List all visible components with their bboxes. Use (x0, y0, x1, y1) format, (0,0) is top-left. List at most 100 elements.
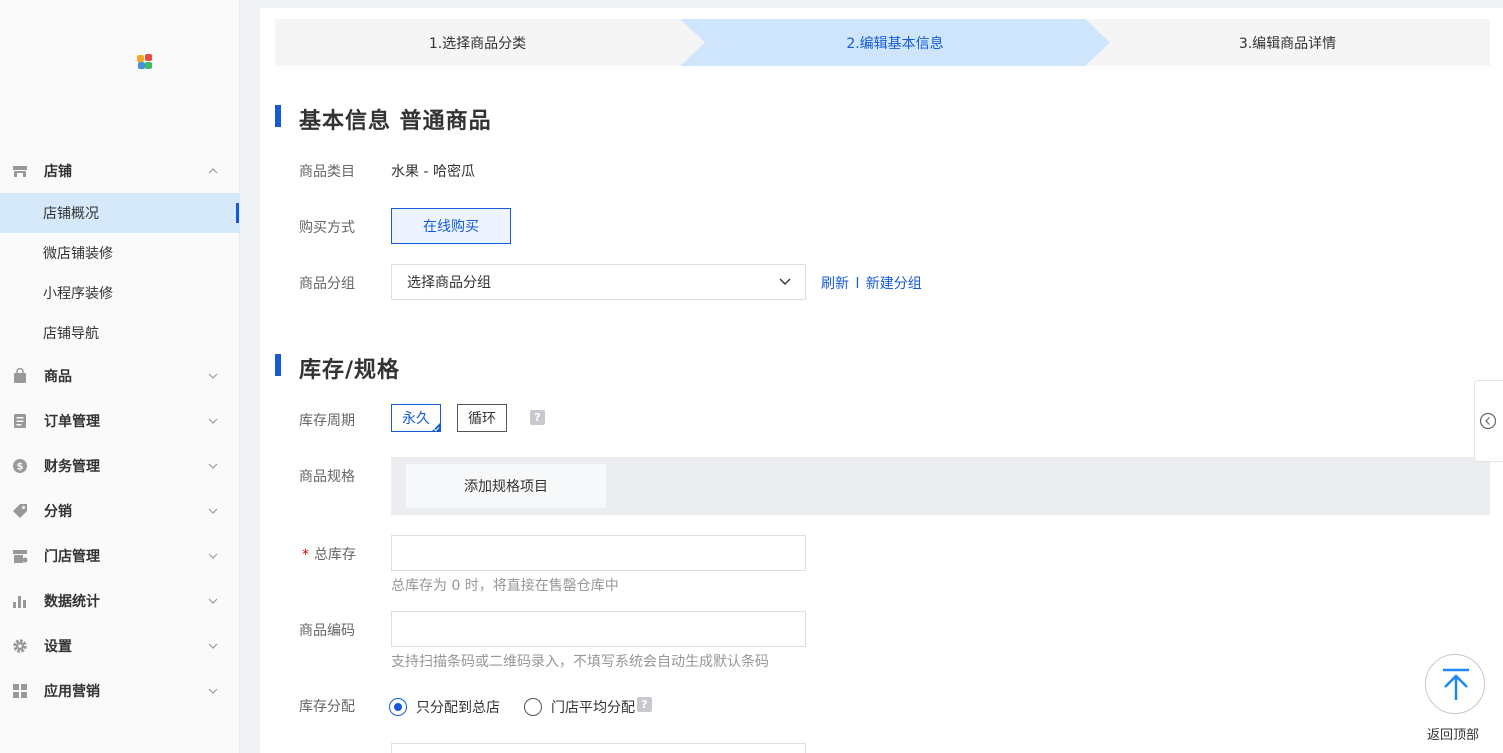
sidebar-group-label: 分销 (44, 504, 72, 520)
side-panel-toggle[interactable] (1474, 380, 1503, 462)
svg-text:$: $ (17, 462, 24, 473)
alloc-head-store-radio[interactable]: 只分配到总店 (389, 697, 500, 717)
online-purchase-button[interactable]: 在线购买 (391, 208, 511, 244)
goods-code-hint: 支持扫描条码或二维码录入，不填写系统会自动生成默认条码 (391, 654, 769, 670)
total-stock-input[interactable] (391, 535, 806, 571)
collapse-left-icon (1479, 412, 1497, 430)
step-label: 2.编辑基本信息 (846, 35, 944, 52)
chevron-down-icon (208, 418, 218, 424)
help-icon[interactable]: ? (637, 697, 652, 712)
shop-icon (13, 550, 28, 563)
radio-circle (389, 698, 407, 716)
refresh-link[interactable]: 刷新 (821, 276, 849, 292)
step-edit-details[interactable]: 3.编辑商品详情 (1085, 19, 1490, 66)
sidebar-item-micro-store-decor[interactable]: 微店铺装修 (0, 233, 240, 273)
help-icon[interactable]: ? (530, 410, 545, 425)
sidebar-group-goods[interactable]: 商品 (0, 356, 240, 396)
alloc-even-radio[interactable]: 门店平均分配 (524, 697, 635, 717)
sidebar-item-label: 小程序装修 (43, 286, 113, 302)
step-edit-basic-info[interactable]: 2.编辑基本信息 (680, 19, 1110, 66)
sidebar-group-orders[interactable]: 订单管理 (0, 401, 240, 441)
spec-area: 添加规格项目 (391, 457, 1490, 515)
stock-period-label: 库存周期 (299, 413, 355, 429)
add-spec-label: 添加规格项目 (464, 479, 548, 495)
goods-group-select-value: 选择商品分组 (407, 275, 491, 291)
chevron-down-icon (208, 553, 218, 559)
chevron-down-icon (208, 463, 218, 469)
sidebar-group-app-marketing[interactable]: 应用营销 (0, 671, 240, 711)
goods-code-label: 商品编码 (299, 623, 355, 639)
step-select-category[interactable]: 1.选择商品分类 (275, 19, 705, 66)
total-stock-label: * 总库存 (302, 544, 356, 564)
stock-allocation-label: 库存分配 (299, 699, 355, 715)
section-accent-bar (275, 354, 281, 376)
chevron-up-icon (208, 168, 218, 174)
goods-code-input[interactable] (391, 611, 806, 647)
new-group-link[interactable]: 新建分组 (866, 276, 922, 292)
tag-icon (13, 504, 27, 518)
step-label: 1.选择商品分类 (428, 35, 527, 52)
main-panel: 1.选择商品分类 2.编辑基本信息 3.编辑商品详情 基本信息 普通商品 商品类… (260, 8, 1503, 753)
next-input-partial[interactable] (391, 743, 806, 753)
store-icon (13, 166, 27, 177)
chart-icon (13, 596, 26, 608)
radio-circle (524, 698, 542, 716)
required-mark: * (302, 547, 309, 563)
sidebar-group-settings[interactable]: 设置 (0, 626, 240, 666)
sidebar-group-label: 应用营销 (44, 684, 100, 700)
sidebar-item-store-overview[interactable]: 店铺概况 (0, 193, 240, 233)
sidebar-item-store-nav[interactable]: 店铺导航 (0, 313, 240, 353)
category-value: 水果 - 哈密瓜 (391, 164, 475, 180)
section-title-text: 库存/规格 (299, 358, 401, 383)
sidebar-group-label: 商品 (44, 369, 72, 385)
chevron-down-icon (208, 373, 218, 379)
period-option-label: 循环 (468, 411, 496, 427)
goods-group-select[interactable]: 选择商品分组 (391, 264, 806, 300)
total-stock-label-text: 总库存 (314, 547, 356, 563)
sidebar-group-label: 设置 (44, 639, 72, 655)
sidebar-item-miniprogram-decor[interactable]: 小程序装修 (0, 273, 240, 313)
category-label: 商品类目 (299, 164, 355, 180)
period-cycle-option[interactable]: 循环 (457, 404, 507, 432)
sidebar-group-shops[interactable]: 门店管理 (0, 536, 240, 576)
step-progress: 1.选择商品分类 2.编辑基本信息 3.编辑商品详情 (275, 19, 1490, 66)
apps-icon (13, 684, 27, 698)
sidebar-group-label: 店铺 (44, 164, 72, 180)
sidebar-item-label: 店铺概况 (43, 206, 99, 222)
chevron-down-icon (208, 688, 218, 694)
chevron-down-icon (779, 278, 791, 285)
sidebar-group-label: 财务管理 (44, 459, 100, 475)
sidebar-item-label: 店铺导航 (43, 326, 99, 342)
sidebar-group-label: 数据统计 (44, 594, 100, 610)
group-links: 刷新 l 新建分组 (821, 273, 922, 293)
chevron-down-icon (208, 508, 218, 514)
sidebar-group-store[interactable]: 店铺 (0, 151, 240, 191)
section-accent-bar (275, 105, 281, 127)
arrow-up-icon (1443, 668, 1469, 700)
back-to-top-label: 返回顶部 (1427, 728, 1480, 743)
add-spec-button[interactable]: 添加规格项目 (406, 464, 606, 508)
logo-icon (137, 54, 153, 70)
sidebar-item-label: 微店铺装修 (43, 246, 113, 262)
chevron-down-icon (208, 598, 218, 604)
gear-icon (13, 639, 27, 653)
sidebar: 店铺 店铺概况 微店铺装修 小程序装修 店铺导航 商品 订单管理 $ 财务管理 … (0, 0, 240, 753)
period-option-label: 永久 (402, 411, 430, 427)
purchase-method-label: 购买方式 (299, 220, 355, 236)
sidebar-group-label: 订单管理 (44, 414, 100, 430)
chevron-down-icon (208, 643, 218, 649)
bag-icon (14, 368, 26, 383)
sidebar-group-distribution[interactable]: 分销 (0, 491, 240, 531)
period-permanent-option[interactable]: 永久 (391, 404, 441, 432)
sidebar-group-statistics[interactable]: 数据统计 (0, 581, 240, 621)
total-stock-hint: 总库存为 0 时，将直接在售罄仓库中 (391, 578, 619, 594)
online-purchase-label: 在线购买 (423, 219, 479, 235)
back-to-top-button[interactable] (1425, 654, 1485, 714)
sidebar-group-label: 门店管理 (44, 549, 100, 565)
order-icon (14, 414, 26, 428)
step-label: 3.编辑商品详情 (1238, 35, 1337, 52)
goods-spec-label: 商品规格 (299, 469, 355, 485)
sidebar-group-finance[interactable]: $ 财务管理 (0, 446, 240, 486)
section-title-text: 基本信息 普通商品 (299, 109, 492, 134)
link-separator: l (855, 276, 860, 292)
